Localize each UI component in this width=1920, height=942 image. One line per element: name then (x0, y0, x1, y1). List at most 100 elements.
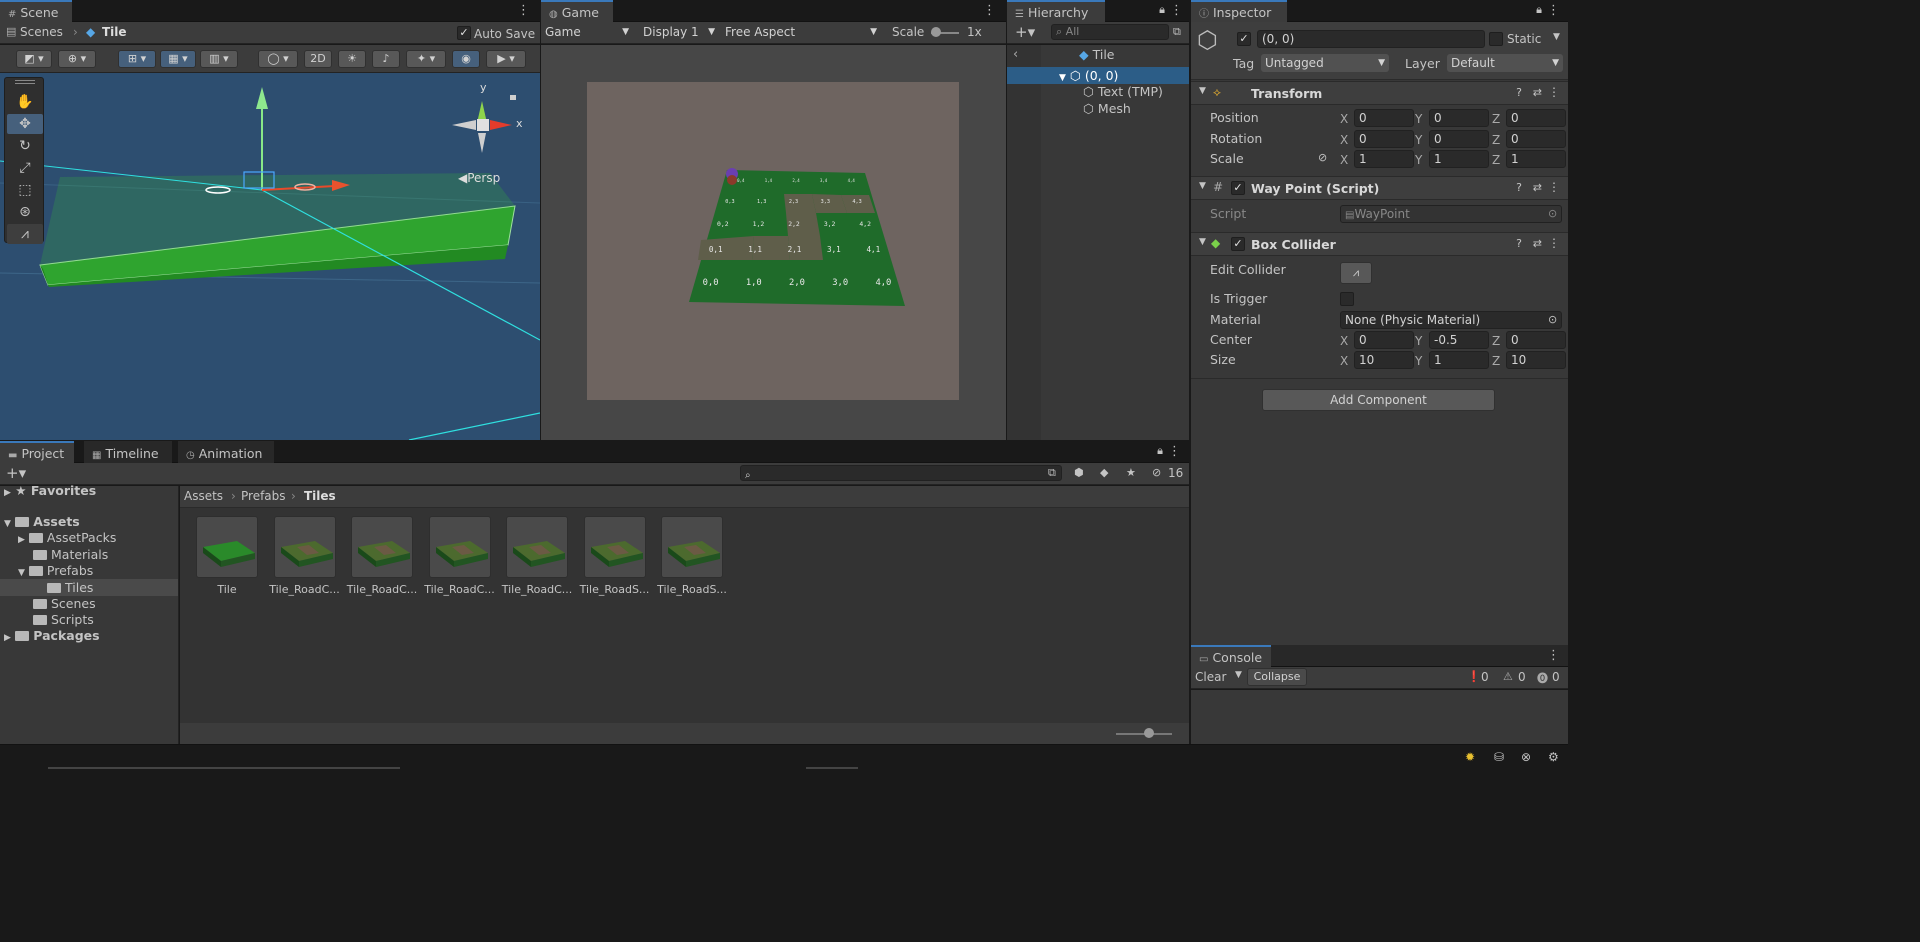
aspect-dropdown[interactable]: Free Aspect ▼ (725, 23, 881, 41)
add-component-button[interactable]: Add Component (1262, 389, 1495, 411)
shading-dropdown[interactable]: ◯ ▾ (258, 50, 298, 68)
tab-timeline[interactable]: ▦ Timeline (84, 441, 172, 463)
scale-z-field[interactable]: 1 (1506, 150, 1566, 168)
scale-x-axis-label[interactable]: X (1340, 152, 1348, 168)
expand-arrow-icon[interactable]: ▼ (18, 568, 25, 578)
hidden-packages-icon[interactable]: ⊘ (1152, 466, 1161, 479)
create-icon[interactable]: +▾ (6, 464, 26, 482)
custom-tool-icon[interactable]: ⩘ (7, 224, 43, 244)
asset-item[interactable]: Tile_RoadC... (498, 516, 576, 596)
debug-mode-icon[interactable]: ⊗ (1521, 750, 1531, 764)
collider-enabled-checkbox[interactable]: ✓ (1231, 237, 1245, 251)
center-z-axis-label[interactable]: Z (1492, 333, 1500, 349)
tree-assetpacks[interactable]: ▶ AssetPacks (18, 530, 116, 546)
center-y-field[interactable]: -0.5 (1429, 331, 1489, 349)
snap-dropdown[interactable]: ⊞ ▾ (118, 50, 156, 68)
static-dropdown-icon[interactable]: ▼ (1553, 32, 1560, 42)
more-options-icon[interactable]: ⋮ (983, 3, 996, 18)
position-x-field[interactable]: 0 (1354, 109, 1414, 127)
size-x-field[interactable]: 10 (1354, 351, 1414, 369)
material-field[interactable]: None (Physic Material) (1340, 311, 1562, 329)
waypoint-component-header[interactable]: ▼ # ✓ Way Point (Script) ? ⇄ ⋮ (1191, 176, 1568, 200)
transform-tool-icon[interactable]: ⊛ (7, 202, 43, 222)
tab-project[interactable]: ▬ Project (0, 441, 74, 463)
breadcrumb-tiles[interactable]: Tiles (304, 489, 336, 503)
hierarchy-root-tile[interactable]: ◆ Tile (1079, 47, 1115, 63)
auto-save-checkbox[interactable]: ✓ (457, 26, 471, 40)
rect-tool-icon[interactable]: ⬚ (7, 180, 43, 200)
tree-packages[interactable]: ▶ Packages (4, 628, 100, 644)
scale-z-axis-label[interactable]: Z (1492, 152, 1500, 168)
tree-scripts[interactable]: Scripts (33, 612, 94, 628)
position-z-axis-label[interactable]: Z (1492, 111, 1500, 127)
tree-tiles[interactable]: Tiles (47, 580, 93, 596)
collapse-arrow-icon[interactable]: ▼ (1199, 86, 1206, 96)
tag-dropdown[interactable]: Untagged ▼ (1261, 54, 1389, 72)
preset-icon[interactable]: ⇄ (1533, 181, 1542, 194)
camera-dropdown[interactable]: ▶ ▾ (486, 50, 526, 68)
asset-item[interactable]: Tile_RoadC... (421, 516, 499, 596)
palette-handle[interactable] (15, 80, 35, 84)
display-dropdown[interactable]: Display 1 ▼ (643, 23, 719, 41)
size-z-axis-label[interactable]: Z (1492, 353, 1500, 369)
projection-label[interactable]: ◀Persp (458, 171, 500, 185)
more-options-icon[interactable]: ⋮ (1170, 3, 1183, 18)
scale-tool-icon[interactable]: ⤢ (7, 158, 43, 178)
position-x-axis-label[interactable]: X (1340, 111, 1348, 127)
more-options-icon[interactable]: ⋮ (517, 3, 530, 18)
scene-viewport[interactable]: y x ◀Persp ✋ ✥ ↻ ⤢ ⬚ ⊛ ⩘ (0, 73, 540, 440)
hierarchy-item-mesh[interactable]: ⬡ Mesh (1083, 101, 1131, 117)
tab-inspector[interactable]: ⓘ Inspector (1191, 0, 1287, 22)
scene-filter-icon[interactable]: ⧉ (1173, 25, 1181, 39)
error-icon[interactable]: ⓿ (1537, 670, 1548, 686)
layer-dropdown[interactable]: Default ▼ (1447, 54, 1563, 72)
object-name-field[interactable]: (0, 0) (1257, 30, 1485, 48)
lighting-bake-icon[interactable]: ✹ (1465, 750, 1475, 764)
back-icon[interactable]: ‹ (1013, 47, 1018, 62)
object-picker-icon[interactable]: ⊙ (1548, 313, 1557, 326)
rotate-tool-icon[interactable]: ↻ (7, 136, 43, 156)
increment-snap-dropdown[interactable]: ▥ ▾ (200, 50, 238, 68)
more-options-icon[interactable]: ⋮ (1168, 444, 1181, 459)
rotation-y-field[interactable]: 0 (1429, 130, 1489, 148)
is-trigger-checkbox[interactable] (1340, 292, 1354, 306)
draw-mode-dropdown[interactable]: ◩ ▾ (16, 50, 52, 68)
tree-assets[interactable]: ▼ Assets (4, 514, 80, 530)
preset-icon[interactable]: ⇄ (1533, 86, 1542, 99)
asset-item[interactable]: Tile_RoadC... (266, 516, 344, 596)
center-y-axis-label[interactable]: Y (1415, 333, 1422, 349)
size-y-axis-label[interactable]: Y (1415, 353, 1422, 369)
breadcrumb-tile[interactable]: Tile (102, 25, 127, 39)
tab-scene[interactable]: # Scene (0, 0, 72, 22)
size-x-axis-label[interactable]: X (1340, 353, 1348, 369)
asset-item[interactable]: Tile_RoadC... (343, 516, 421, 596)
tab-game[interactable]: ◍ Game (541, 0, 613, 22)
tab-console[interactable]: ▭ Console (1191, 645, 1271, 667)
rotation-z-axis-label[interactable]: Z (1492, 132, 1500, 148)
scale-y-field[interactable]: 1 (1429, 150, 1489, 168)
move-tool-icon[interactable]: ✥ (7, 114, 43, 134)
transform-component-header[interactable]: ▼ ⟡ Transform ? ⇄ ⋮ (1191, 81, 1568, 105)
edit-collider-button[interactable]: ⩘ (1340, 262, 1372, 284)
expand-arrow-icon[interactable]: ▶ (18, 535, 25, 545)
clear-button[interactable]: Clear (1195, 670, 1226, 684)
center-z-field[interactable]: 0 (1506, 331, 1566, 349)
lock-icon[interactable]: 🔒︎ (1157, 444, 1163, 458)
project-search-input[interactable]: ⌕ (740, 465, 1062, 481)
asset-item[interactable]: Tile_RoadS... (576, 516, 654, 596)
collapse-arrow-icon[interactable]: ▼ (1199, 237, 1206, 247)
favorite-star-icon[interactable]: ★ (1126, 466, 1136, 479)
add-icon[interactable]: +▾ (1015, 23, 1035, 41)
component-menu-icon[interactable]: ⋮ (1548, 236, 1560, 250)
breadcrumb-scenes[interactable]: Scenes (20, 25, 63, 39)
rotation-x-field[interactable]: 0 (1354, 130, 1414, 148)
static-checkbox[interactable] (1489, 32, 1503, 46)
component-menu-icon[interactable]: ⋮ (1548, 180, 1560, 194)
lighting-toggle-icon[interactable]: ☀ (338, 50, 366, 68)
collapse-arrow-icon[interactable]: ▼ (1199, 181, 1206, 191)
size-z-field[interactable]: 10 (1506, 351, 1566, 369)
object-picker-icon[interactable]: ⊙ (1548, 207, 1557, 220)
tab-animation[interactable]: ◷ Animation (178, 441, 274, 463)
collab-icon[interactable]: ⚙ (1548, 750, 1559, 764)
hierarchy-item-text[interactable]: ⬡ Text (TMP) (1083, 84, 1163, 100)
